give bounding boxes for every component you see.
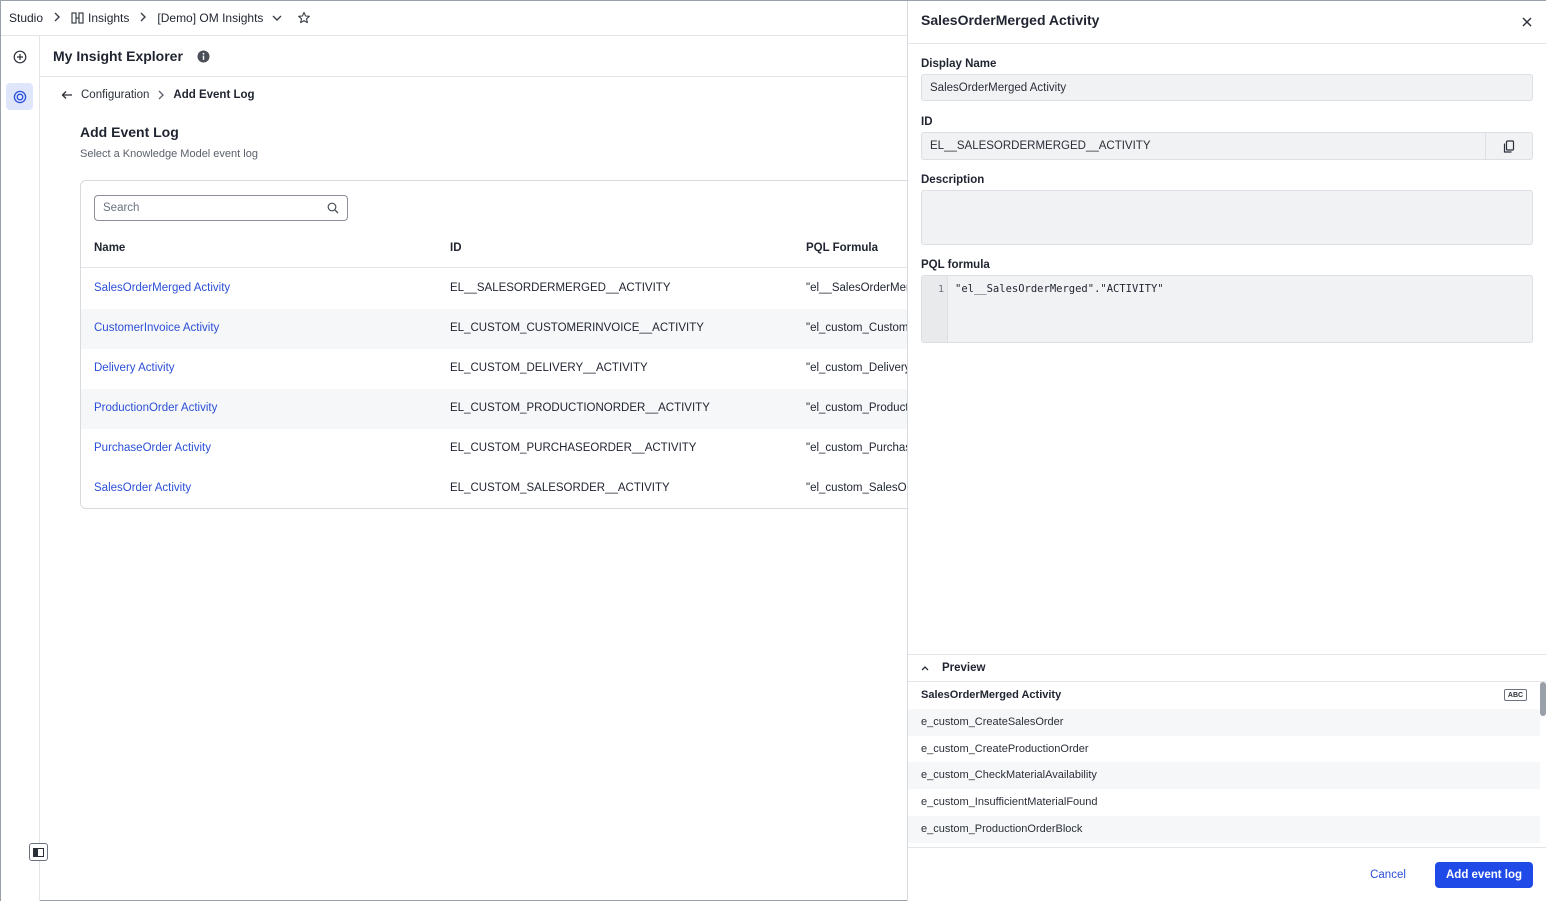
arrow-left-icon[interactable] [61, 90, 73, 100]
preview-row-value: e_custom_CreateSalesOrder [921, 716, 1064, 729]
search-input[interactable] [103, 202, 303, 214]
target-icon [13, 90, 26, 103]
row-id: EL_CUSTOM_DELIVERY__ACTIVITY [450, 362, 648, 374]
table-row[interactable]: CustomerInvoice Activity EL_CUSTOM_CUSTO… [81, 309, 919, 349]
chevron-down-icon[interactable] [271, 13, 283, 23]
row-name-link[interactable]: ProductionOrder Activity [94, 402, 217, 414]
preview-column-header: SalesOrderMerged Activity [921, 689, 1062, 701]
id-value: EL__SALESORDERMERGED__ACTIVITY [930, 140, 1151, 152]
explorer-button[interactable] [6, 83, 33, 110]
preview-row-value: e_custom_ProductionOrderBlock [921, 823, 1083, 836]
cancel-button[interactable]: Cancel [1359, 862, 1417, 888]
row-pql: "el_custom_Product [806, 402, 909, 414]
row-id: EL_CUSTOM_SALESORDER__ACTIVITY [450, 482, 670, 494]
row-pql: "el_custom_SalesOr [806, 482, 911, 494]
page-header: My Insight Explorer [40, 36, 907, 77]
add-event-log-button[interactable]: Add event log [1435, 862, 1533, 888]
star-icon[interactable] [297, 11, 311, 25]
copy-icon [1503, 139, 1515, 153]
chevron-right-icon [157, 90, 165, 100]
line-number: 1 [938, 284, 945, 295]
top-bar: Studio Insights [Demo] OM Insights [1, 1, 907, 36]
section-subtitle: Select a Knowledge Model event log [80, 148, 258, 160]
panel-title: SalesOrderMerged Activity [921, 12, 1100, 28]
page-title: My Insight Explorer [53, 48, 183, 64]
detail-panel: SalesOrderMerged Activity Display Name S… [907, 1, 1546, 901]
copy-button[interactable] [1485, 133, 1532, 159]
column-header-id[interactable]: ID [450, 242, 462, 254]
row-name-link[interactable]: PurchaseOrder Activity [94, 442, 211, 454]
preview-row: e_custom_InsufficientMaterialFound [908, 789, 1540, 816]
display-name-label: Display Name [921, 58, 997, 70]
chevron-up-icon [920, 664, 930, 672]
row-name-link[interactable]: SalesOrderMerged Activity [94, 282, 230, 294]
display-name-value: SalesOrderMerged Activity [930, 81, 1067, 94]
panel-footer: Cancel Add event log [908, 847, 1546, 901]
table-header: Name ID PQL Formula [81, 233, 919, 268]
info-icon[interactable] [197, 50, 210, 63]
description-label: Description [921, 174, 985, 186]
breadcrumb-current: Add Event Log [173, 89, 255, 101]
id-field[interactable]: EL__SALESORDERMERGED__ACTIVITY [921, 132, 1533, 160]
row-pql: "el_custom_Custom [806, 322, 909, 334]
preview-row: e_custom_CreateSalesOrder [908, 709, 1540, 736]
breadcrumb-studio[interactable]: Studio [9, 11, 43, 25]
add-circle-button[interactable] [6, 43, 33, 70]
preview-row: e_custom_CreateProductionOrder [908, 736, 1540, 763]
breadcrumb: Configuration Add Event Log [61, 89, 255, 101]
table-row[interactable]: PurchaseOrder Activity EL_CUSTOM_PURCHAS… [81, 429, 919, 469]
breadcrumb-configuration[interactable]: Configuration [81, 89, 149, 101]
row-id: EL_CUSTOM_PURCHASEORDER__ACTIVITY [450, 442, 697, 454]
chevron-right-icon [137, 12, 149, 25]
id-label: ID [921, 116, 933, 128]
column-header-name[interactable]: Name [94, 242, 125, 254]
preview-row: e_custom_ProductionOrderBlock [908, 816, 1540, 843]
chevron-right-icon [51, 12, 63, 25]
panel-header: SalesOrderMerged Activity [908, 1, 1546, 44]
description-field[interactable] [921, 190, 1533, 245]
code-gutter: 1 [922, 276, 948, 342]
search-icon[interactable] [327, 202, 339, 214]
preview-row: e_custom_CheckMaterialAvailability [908, 762, 1540, 789]
search-box[interactable] [94, 195, 348, 221]
plus-circle-icon [13, 50, 26, 63]
preview-row-value: e_custom_CreateProductionOrder [921, 743, 1089, 756]
string-type-badge: ABC [1504, 689, 1527, 701]
display-name-field[interactable]: SalesOrderMerged Activity [921, 74, 1533, 101]
breadcrumb-om-insights[interactable]: [Demo] OM Insights [157, 11, 263, 25]
table-row[interactable]: Delivery Activity EL_CUSTOM_DELIVERY__AC… [81, 349, 919, 389]
preview-scrollbar[interactable] [1540, 682, 1546, 716]
insights-icon [71, 12, 84, 24]
preview-toggle[interactable]: Preview [908, 654, 1546, 682]
table-row[interactable]: SalesOrderMerged Activity EL__SALESORDER… [81, 269, 919, 309]
app-window: Studio Insights [Demo] OM Insights My In… [0, 0, 1546, 901]
row-name-link[interactable]: SalesOrder Activity [94, 482, 191, 494]
pql-code-text: "el__SalesOrderMerged"."ACTIVITY" [955, 283, 1164, 295]
preview-row-value: e_custom_InsufficientMaterialFound [921, 796, 1098, 809]
row-pql: "el_custom_Purchas [806, 442, 912, 454]
section-title: Add Event Log [80, 124, 179, 140]
event-log-table-card: Name ID PQL Formula SalesOrderMerged Act… [80, 180, 920, 509]
table-row[interactable]: SalesOrder Activity EL_CUSTOM_SALESORDER… [81, 469, 919, 508]
row-pql: "el__SalesOrderMer [806, 282, 910, 294]
pql-formula-label: PQL formula [921, 259, 990, 271]
close-icon[interactable] [1520, 15, 1534, 29]
collapse-sidebar-button[interactable] [29, 843, 48, 861]
left-rail [1, 36, 40, 901]
preview-label: Preview [942, 662, 986, 674]
row-pql: "el_custom_Delivery [806, 362, 911, 374]
row-id: EL_CUSTOM_PRODUCTIONORDER__ACTIVITY [450, 402, 710, 414]
row-id: EL__SALESORDERMERGED__ACTIVITY [450, 282, 671, 294]
row-id: EL_CUSTOM_CUSTOMERINVOICE__ACTIVITY [450, 322, 704, 334]
row-name-link[interactable]: CustomerInvoice Activity [94, 322, 219, 334]
table-row[interactable]: ProductionOrder Activity EL_CUSTOM_PRODU… [81, 389, 919, 429]
row-name-link[interactable]: Delivery Activity [94, 362, 175, 374]
sidebar-toggle-icon [33, 847, 44, 857]
preview-row-value: e_custom_CheckMaterialAvailability [921, 769, 1097, 782]
pql-code-editor[interactable]: 1 "el__SalesOrderMerged"."ACTIVITY" [921, 275, 1533, 343]
column-header-pql[interactable]: PQL Formula [806, 242, 878, 254]
breadcrumb-insights[interactable]: Insights [88, 11, 129, 25]
